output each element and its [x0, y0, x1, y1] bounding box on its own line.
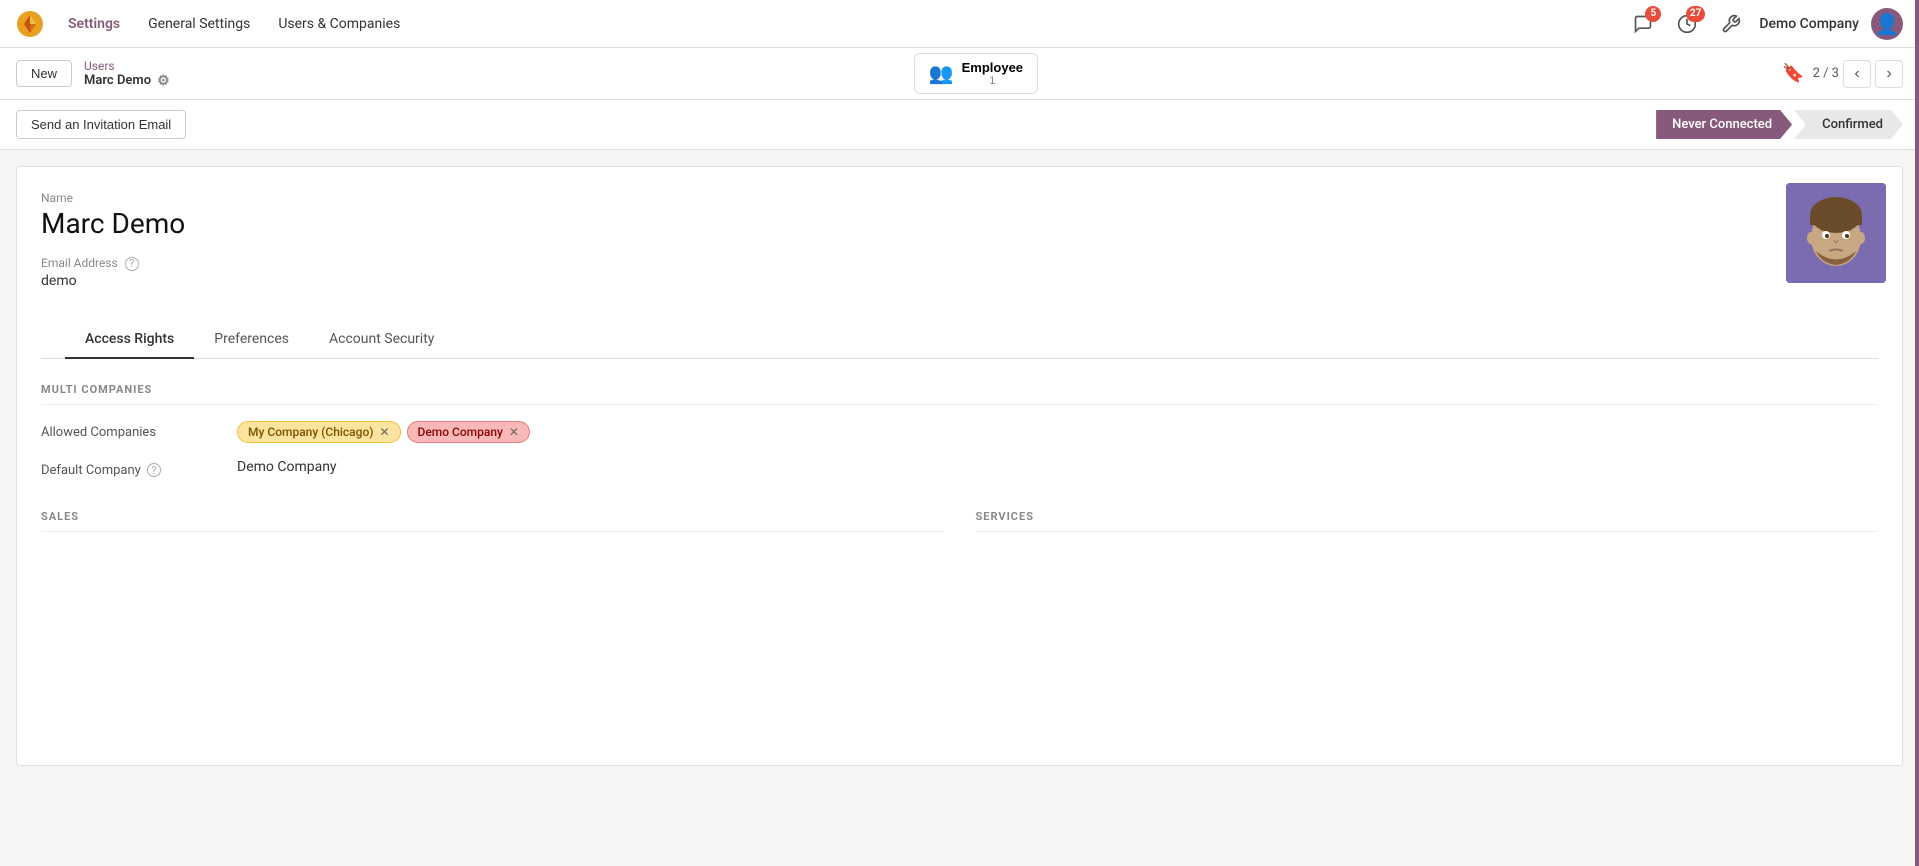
activity-badge: 27	[1686, 6, 1705, 22]
company-selector[interactable]: Demo Company	[1759, 16, 1859, 32]
remove-demo-icon[interactable]: ✕	[509, 425, 519, 439]
pager-text: 2 / 3	[1813, 66, 1839, 81]
name-field: Name Marc Demo	[41, 191, 1878, 240]
status-step-never-connected[interactable]: Never Connected	[1656, 110, 1792, 139]
company-tag-demo[interactable]: Demo Company ✕	[407, 421, 530, 443]
sales-section-title: SALES	[41, 510, 944, 532]
new-button[interactable]: New	[16, 60, 72, 87]
allowed-companies-row: Allowed Companies My Company (Chicago) ✕…	[41, 421, 1878, 443]
user-header: Name Marc Demo Email Address ? demo Acce…	[17, 167, 1902, 359]
user-avatar-topnav[interactable]: 👤	[1871, 8, 1903, 40]
email-value: demo	[41, 273, 1878, 289]
tab-account-security[interactable]: Account Security	[309, 321, 454, 359]
remove-chicago-icon[interactable]: ✕	[379, 425, 389, 439]
company-tag-chicago[interactable]: My Company (Chicago) ✕	[237, 421, 401, 443]
employee-label: Employee	[962, 60, 1023, 75]
tools-button[interactable]	[1715, 8, 1747, 40]
right-border-accent	[1915, 0, 1919, 866]
app-logo[interactable]	[16, 10, 44, 38]
default-company-help-icon[interactable]: ?	[147, 463, 161, 477]
services-section-title: SERVICES	[976, 510, 1879, 532]
company-name: Demo Company	[1759, 16, 1859, 32]
chat-button[interactable]: 5	[1627, 8, 1659, 40]
company-tag-demo-label: Demo Company	[418, 425, 503, 439]
activity-button[interactable]: 27	[1671, 8, 1703, 40]
default-company-value: Demo Company	[237, 459, 337, 475]
main-content-card: Name Marc Demo Email Address ? demo Acce…	[16, 166, 1903, 766]
actionbar: New Users Marc Demo ⚙ 👥 Employee 1 🔖 2 /…	[0, 48, 1919, 100]
email-help-icon[interactable]: ?	[125, 257, 139, 271]
status-step-confirmed[interactable]: Confirmed	[1794, 110, 1903, 139]
email-label: Email Address ?	[41, 256, 1878, 271]
company-tag-chicago-label: My Company (Chicago)	[248, 425, 373, 439]
menu-item-general-settings[interactable]: General Settings	[136, 10, 262, 38]
email-field: Email Address ? demo	[41, 256, 1878, 289]
actionbar-right: 🔖 2 / 3 ‹ ›	[1782, 60, 1903, 88]
pager: 2 / 3 ‹ ›	[1813, 60, 1903, 88]
sales-section: SALES	[41, 510, 944, 548]
tab-preferences[interactable]: Preferences	[194, 321, 309, 359]
send-invitation-button[interactable]: Send an Invitation Email	[16, 110, 186, 139]
actionbar-center: 👥 Employee 1	[182, 53, 1771, 94]
tab-access-rights[interactable]: Access Rights	[65, 321, 194, 359]
name-label: Name	[41, 191, 1878, 205]
breadcrumb: Users Marc Demo ⚙	[84, 59, 170, 89]
tabs: Access Rights Preferences Account Securi…	[41, 321, 1878, 359]
multi-companies-section-title: MULTI COMPANIES	[41, 383, 1878, 405]
status-pipeline: Never Connected Confirmed	[1656, 110, 1903, 139]
menu-item-settings[interactable]: Settings	[56, 10, 132, 38]
services-section: SERVICES	[976, 510, 1879, 548]
chat-badge: 5	[1645, 6, 1661, 22]
bookmark-icon[interactable]: 🔖	[1782, 63, 1804, 84]
employee-icon: 👥	[929, 61, 954, 86]
pager-prev-button[interactable]: ‹	[1843, 60, 1871, 88]
default-company-row: Default Company ? Demo Company	[41, 459, 1878, 478]
tab-content-access-rights: MULTI COMPANIES Allowed Companies My Com…	[17, 359, 1902, 572]
breadcrumb-parent[interactable]: Users	[84, 59, 170, 73]
statusbar: Send an Invitation Email Never Connected…	[0, 100, 1919, 150]
employee-button[interactable]: 👥 Employee 1	[914, 53, 1038, 94]
pager-next-button[interactable]: ›	[1875, 60, 1903, 88]
employee-count: 1	[962, 75, 1023, 87]
menu-item-users-companies[interactable]: Users & Companies	[266, 10, 412, 38]
sections-grid: SALES SERVICES	[41, 510, 1878, 548]
breadcrumb-current-label: Marc Demo	[84, 73, 151, 88]
name-value: Marc Demo	[41, 207, 1878, 240]
allowed-companies-label: Allowed Companies	[41, 421, 221, 440]
top-menu: Settings General Settings Users & Compan…	[56, 10, 1627, 38]
default-company-label: Default Company ?	[41, 459, 221, 478]
top-navigation: Settings General Settings Users & Compan…	[0, 0, 1919, 48]
user-avatar[interactable]	[1786, 183, 1886, 283]
topnav-right: 5 27 Demo Company 👤	[1627, 8, 1903, 40]
settings-gear-icon[interactable]: ⚙	[157, 73, 170, 89]
allowed-companies-value: My Company (Chicago) ✕ Demo Company ✕	[237, 421, 530, 443]
